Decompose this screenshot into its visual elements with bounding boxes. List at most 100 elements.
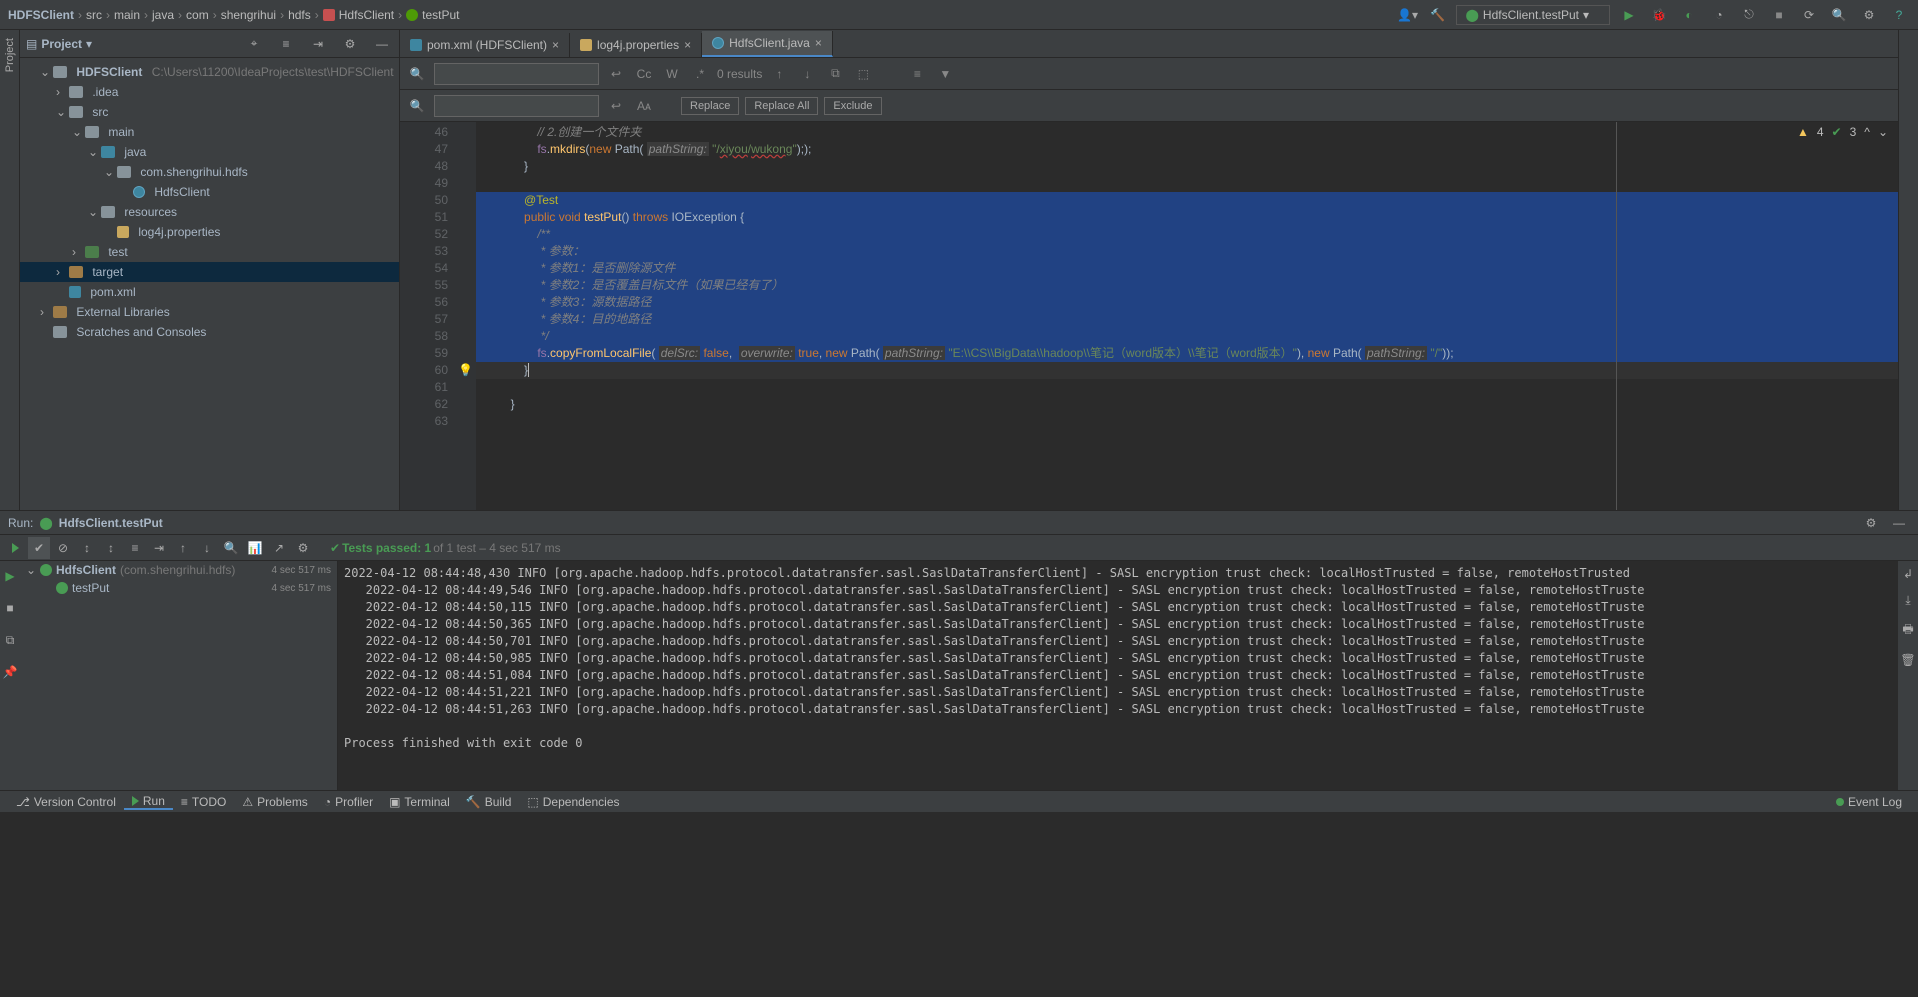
coverage-icon[interactable]: ◐	[1678, 4, 1700, 26]
sb-vcs[interactable]: ⎇Version Control	[8, 795, 124, 809]
down-icon[interactable]: ↓	[196, 537, 218, 559]
settings-icon[interactable]: ⚙	[1858, 4, 1880, 26]
stop-icon[interactable]: ■	[1768, 4, 1790, 26]
case-preserve-icon[interactable]: Aᴀ	[633, 96, 655, 116]
tree-target[interactable]: › target	[20, 262, 399, 282]
scroll-end-icon[interactable]: ⤓	[1905, 593, 1910, 608]
sb-todo[interactable]: ≡TODO	[173, 795, 234, 809]
debug-icon[interactable]: 🐞	[1648, 4, 1670, 26]
soft-wrap-icon[interactable]: ↲	[1903, 567, 1913, 581]
expand-icon[interactable]: ≡	[124, 537, 146, 559]
run-icon[interactable]: ▶	[1618, 4, 1640, 26]
git-update-icon[interactable]: ⟳	[1798, 4, 1820, 26]
crumb-3[interactable]: java	[152, 8, 174, 22]
close-icon[interactable]: ×	[552, 38, 559, 52]
find-input[interactable]	[434, 63, 599, 85]
profile-icon[interactable]: ◔	[1708, 4, 1730, 26]
user-icon[interactable]: 👤▾	[1396, 4, 1418, 26]
tree-extlib[interactable]: › External Libraries	[20, 302, 399, 322]
sb-run[interactable]: Run	[124, 794, 173, 810]
console-output[interactable]: 2022-04-12 08:44:48,430 INFO [org.apache…	[338, 561, 1898, 790]
tree-java[interactable]: ⌄ java	[20, 142, 399, 162]
tab-hdfsclient[interactable]: HdfsClient.java×	[702, 31, 833, 57]
inspection-badges[interactable]: ▲4 ✔3 ^ ⌄	[1797, 125, 1888, 139]
tree-src[interactable]: ⌄ src	[20, 102, 399, 122]
chevron-down-icon[interactable]: ⌄	[1878, 125, 1888, 139]
sb-problems[interactable]: ⚠Problems	[234, 795, 315, 809]
crumb-6[interactable]: hdfs	[288, 8, 311, 22]
crumb-1[interactable]: src	[86, 8, 102, 22]
replace-button[interactable]: Replace	[681, 97, 739, 115]
project-panel-title[interactable]: ▤Project▾	[26, 37, 243, 51]
crumb-4[interactable]: com	[186, 8, 209, 22]
tree-res 1ources[interactable]: ⌄ resources	[20, 202, 399, 222]
code-body[interactable]: // 2.创建一个文件夹 fs.mkdirs(new Path( pathStr…	[476, 122, 1898, 510]
next-match-icon[interactable]: ↓	[796, 64, 818, 84]
tab-pom[interactable]: pom.xml (HDFSClient)×	[400, 33, 570, 57]
run-settings-icon[interactable]: ⚙	[1860, 512, 1882, 534]
gear-icon[interactable]: ⚙	[292, 537, 314, 559]
replace-input[interactable]	[434, 95, 599, 117]
run-config-name[interactable]: HdfsClient.testPut	[59, 516, 163, 530]
tab-log4j[interactable]: log4j.properties×	[570, 33, 702, 57]
tree-main[interactable]: ⌄ main	[20, 122, 399, 142]
select-all-icon[interactable]: ⧉	[824, 64, 846, 84]
sb-terminal[interactable]: ▣Terminal	[381, 795, 458, 809]
history-icon[interactable]: ↗	[268, 537, 290, 559]
attach-icon[interactable]: ⎋	[1738, 4, 1760, 26]
sb-profiler[interactable]: ◔Profiler	[316, 795, 381, 809]
sort2-icon[interactable]: ↕	[100, 537, 122, 559]
crumb-2[interactable]: main	[114, 8, 140, 22]
pin2-icon[interactable]: 📌	[0, 661, 21, 683]
up-icon[interactable]: ↑	[172, 537, 194, 559]
panel-settings-icon[interactable]: ⚙	[339, 33, 361, 55]
tree-root[interactable]: ⌄ HDFSClient C:\Users\11200\IdeaProjects…	[20, 62, 399, 82]
search-everywhere-icon[interactable]: 🔍	[1828, 4, 1850, 26]
test-row-class[interactable]: ⌄ HdfsClient (com.shengrihui.hdfs) 4 sec…	[20, 561, 337, 579]
rerun-icon[interactable]	[4, 537, 26, 559]
code-editor[interactable]: 464748495051525354555657585960616263 // …	[400, 122, 1898, 510]
run-config-select[interactable]: ⬤ HdfsClient.testPut ▾	[1456, 5, 1610, 25]
case-toggle[interactable]: Cc	[633, 64, 655, 84]
build-icon[interactable]: 🔨	[1426, 4, 1448, 26]
regex-toggle[interactable]: .*	[689, 64, 711, 84]
new-window-icon[interactable]: ⬚	[852, 64, 874, 84]
clear-icon[interactable]: 🗑	[1900, 653, 1915, 667]
sb-event-log[interactable]: Event Log	[1828, 795, 1910, 809]
import-icon[interactable]: 🔍	[220, 537, 242, 559]
chevron-up-icon[interactable]: ^	[1864, 125, 1870, 139]
tree-scratch[interactable]: Scratches and Consoles	[20, 322, 399, 342]
select-opened-icon[interactable]: ⌖	[243, 33, 265, 55]
test-row-method[interactable]: testPut 4 sec 517 ms	[20, 579, 337, 597]
crumb-7[interactable]: HdfsClient	[339, 8, 394, 22]
crumb-5[interactable]: shengrihui	[221, 8, 276, 22]
export-icon[interactable]: 📊	[244, 537, 266, 559]
help-icon[interactable]: ?	[1888, 4, 1910, 26]
collapse-icon[interactable]: ⇥	[148, 537, 170, 559]
sb-build[interactable]: 🔨Build	[458, 795, 520, 809]
stop2-icon[interactable]: ■	[0, 597, 21, 619]
tree-pom[interactable]: pom.xml	[20, 282, 399, 302]
rerun2-icon[interactable]: ▶	[0, 565, 21, 587]
stop-tests-icon[interactable]: ⊘	[52, 537, 74, 559]
history-icon[interactable]: ↩	[605, 64, 627, 84]
filter-icon[interactable]: ▼	[934, 64, 956, 84]
replace-icon[interactable]: 🔍	[406, 96, 428, 116]
minimize-icon[interactable]: —	[371, 33, 393, 55]
prev-match-icon[interactable]: ↑	[768, 64, 790, 84]
tree-package[interactable]: ⌄ com.shengrihui.hdfs	[20, 162, 399, 182]
pin-icon[interactable]: ≡	[906, 64, 928, 84]
tree-idea[interactable]: › .idea	[20, 82, 399, 102]
layout-icon[interactable]: ⧉	[0, 629, 21, 651]
sb-deps[interactable]: ⬚Dependencies	[519, 795, 627, 809]
tree-log4j[interactable]: log4j.properties	[20, 222, 399, 242]
history2-icon[interactable]: ↩	[605, 96, 627, 116]
close-icon[interactable]: ×	[815, 36, 822, 50]
project-tool-button[interactable]: Project	[4, 34, 16, 76]
run-minimize-icon[interactable]: —	[1888, 512, 1910, 534]
crumb-0[interactable]: HDFSClient	[8, 8, 74, 22]
sort-icon[interactable]: ↕	[76, 537, 98, 559]
crumb-8[interactable]: testPut	[422, 8, 459, 22]
replace-all-button[interactable]: Replace All	[745, 97, 818, 115]
exclude-button[interactable]: Exclude	[824, 97, 881, 115]
